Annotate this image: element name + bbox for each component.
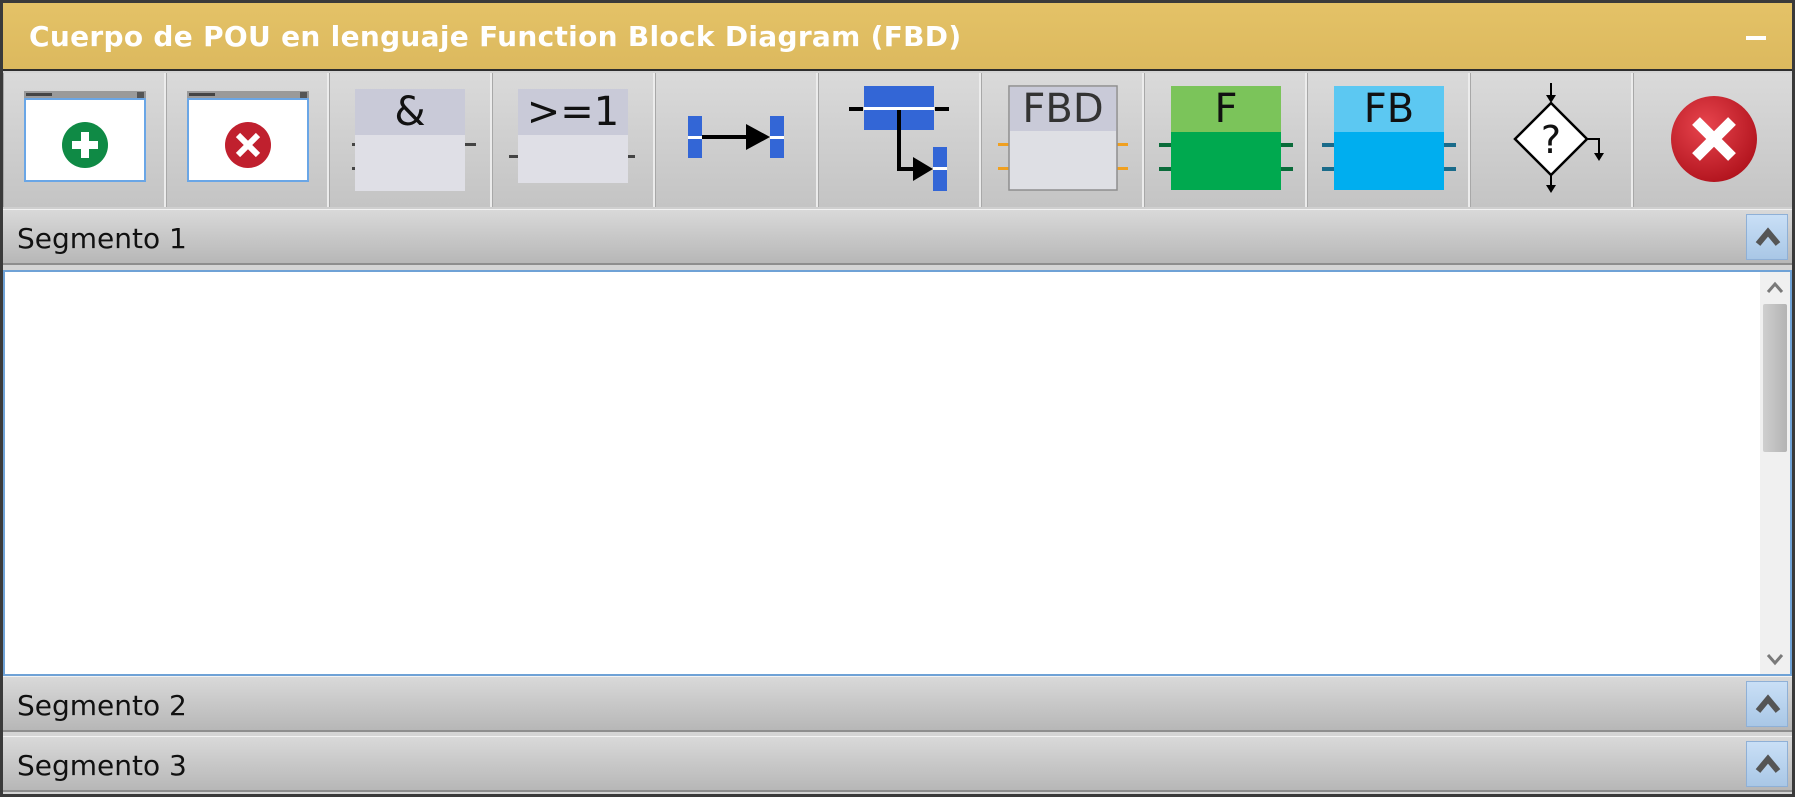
delete-network-icon [187, 91, 309, 182]
segment-label: Segmento 1 [17, 222, 187, 255]
and-block-button[interactable]: & [329, 73, 492, 207]
expand-button[interactable] [1746, 681, 1788, 727]
or-block-button[interactable]: >=1 [492, 73, 655, 207]
branch-connection-icon [849, 86, 949, 191]
segment-header-2[interactable]: Segmento 2 [3, 676, 1792, 732]
assignment-button[interactable] [655, 73, 818, 207]
fbd-block-icon: FBD [998, 85, 1128, 191]
expand-button[interactable] [1746, 741, 1788, 787]
or-gate-label: >=1 [527, 89, 619, 135]
diagram-canvas[interactable] [5, 272, 1760, 674]
scroll-down-button[interactable] [1760, 644, 1790, 674]
chevron-up-icon [1766, 281, 1784, 293]
scroll-thumb[interactable] [1763, 304, 1787, 452]
fbd-editor-window: Cuerpo de POU en lenguaje Function Block… [0, 0, 1795, 797]
delete-network-button[interactable] [166, 73, 329, 207]
chevron-up-icon [1755, 694, 1781, 713]
function-block-icon: FB [1322, 86, 1456, 190]
add-network-button[interactable] [3, 73, 166, 207]
window-title: Cuerpo de POU en lenguaje Function Block… [29, 20, 962, 53]
conditional-jump-button[interactable]: ? [1470, 73, 1633, 207]
segment-header-3[interactable]: Segmento 3 [3, 736, 1792, 792]
function-block-button[interactable]: F [1144, 73, 1307, 207]
chevron-up-icon [1755, 754, 1781, 773]
segment-header-1[interactable]: Segmento 1 [3, 209, 1792, 265]
segment-label: Segmento 3 [17, 749, 187, 782]
branch-button[interactable] [818, 73, 981, 207]
fb-instance-button[interactable]: FB [1307, 73, 1470, 207]
or-gate-icon: >=1 [509, 89, 635, 183]
conditional-jump-icon: ? [1513, 83, 1604, 193]
function-block-label: FB [1364, 86, 1414, 132]
segment-body-1 [3, 270, 1792, 676]
and-gate-icon: & [352, 89, 476, 191]
fbd-block-button[interactable]: FBD [981, 73, 1144, 207]
fbd-block-label: FBD [1022, 86, 1103, 132]
conditional-jump-label: ? [1541, 118, 1561, 162]
title-bar: Cuerpo de POU en lenguaje Function Block… [3, 3, 1792, 71]
function-icon: F [1159, 86, 1293, 190]
toolbar: & >=1 FBD F FB ? [3, 73, 1792, 209]
add-network-icon [24, 91, 146, 182]
collapse-button[interactable] [1746, 214, 1788, 260]
scroll-up-button[interactable] [1760, 272, 1790, 302]
close-icon [1671, 96, 1757, 182]
minimize-icon[interactable] [1740, 27, 1772, 47]
chevron-up-icon [1755, 227, 1781, 246]
function-label: F [1214, 86, 1237, 132]
and-gate-label: & [394, 89, 425, 135]
vertical-scrollbar[interactable] [1760, 272, 1790, 674]
chevron-down-icon [1766, 654, 1784, 666]
segment-label: Segmento 2 [17, 689, 187, 722]
assignment-connection-icon [688, 116, 784, 158]
close-button[interactable] [1633, 73, 1792, 207]
